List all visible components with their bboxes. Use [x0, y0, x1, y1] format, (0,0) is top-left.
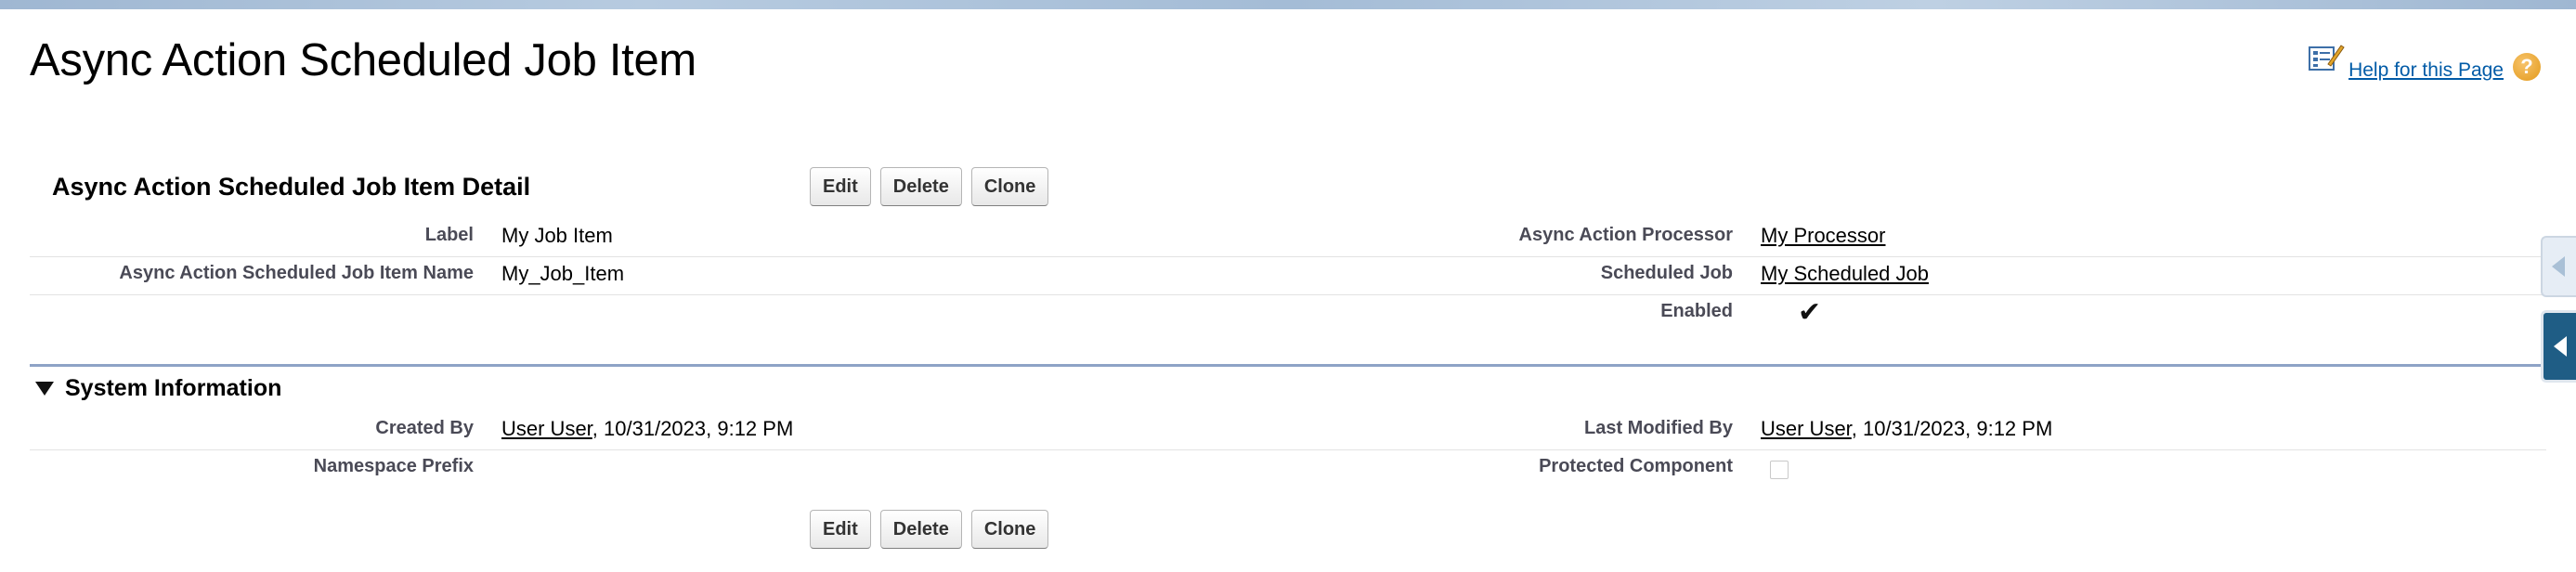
scheduled-job-link[interactable]: My Scheduled Job [1761, 262, 1929, 286]
chevron-left-icon [2552, 256, 2565, 277]
last-modified-user-link[interactable]: User User [1761, 417, 1852, 440]
section-divider [30, 364, 2552, 367]
protected-component-label: Protected Component [1539, 456, 1733, 476]
enabled-field-label: Enabled [1660, 301, 1733, 321]
collapse-triangle-icon [35, 382, 54, 396]
detail-section-title: Async Action Scheduled Job Item Detail [52, 173, 531, 201]
system-information-toggle[interactable]: System Information [35, 375, 281, 402]
protected-component-checkbox [1770, 461, 1789, 479]
name-field-value: My_Job_Item [501, 262, 625, 285]
clone-button-bottom[interactable]: Clone [970, 510, 1049, 549]
scheduled-job-field-label: Scheduled Job [1600, 263, 1733, 283]
last-modified-by-value: User User, 10/31/2023, 9:12 PM [1761, 417, 2052, 441]
system-row-2: Namespace Prefix Protected Component [30, 450, 2546, 488]
namespace-prefix-label: Namespace Prefix [313, 456, 474, 476]
enabled-checkmark-icon: ✔ [1798, 297, 1822, 328]
detail-row-3: Enabled ✔ [30, 295, 2546, 332]
sidebar-collapse-tab[interactable] [2541, 310, 2576, 383]
detail-top-button-row: Edit Delete Clone [810, 167, 1049, 206]
created-by-date: , 10/31/2023, 9:12 PM [592, 417, 794, 440]
edit-button-bottom[interactable]: Edit [810, 510, 871, 549]
clone-button[interactable]: Clone [970, 167, 1049, 206]
chevron-left-icon [2553, 336, 2567, 357]
processor-field-label: Async Action Processor [1518, 225, 1733, 245]
label-field-value: My Job Item [501, 224, 613, 247]
window-top-strip [0, 0, 2576, 9]
last-modified-date: , 10/31/2023, 9:12 PM [1851, 417, 2053, 440]
label-field-label: Label [424, 225, 474, 245]
delete-button-bottom[interactable]: Delete [879, 510, 962, 549]
detail-bottom-button-row: Edit Delete Clone [810, 510, 1049, 549]
sidebar-collapse-tab-inactive[interactable] [2541, 236, 2576, 297]
question-icon[interactable]: ? [2513, 53, 2541, 81]
edit-button[interactable]: Edit [810, 167, 871, 206]
help-for-this-page-link[interactable]: Help for this Page [2348, 59, 2504, 82]
created-by-user-link[interactable]: User User [501, 417, 592, 440]
processor-link[interactable]: My Processor [1761, 224, 1885, 248]
created-by-label: Created By [375, 418, 474, 438]
detail-row-1: Label My Job Item Async Action Processor… [30, 219, 2546, 257]
help-book-icon [2308, 42, 2345, 73]
created-by-value: User User, 10/31/2023, 9:12 PM [501, 417, 793, 441]
delete-button[interactable]: Delete [879, 167, 962, 206]
page-title: Async Action Scheduled Job Item [30, 35, 696, 85]
help-area: Help for this Page ? [2308, 45, 2541, 82]
detail-row-2: Async Action Scheduled Job Item Name My_… [30, 257, 2546, 295]
name-field-label: Async Action Scheduled Job Item Name [119, 263, 474, 283]
system-row-1: Created By User User, 10/31/2023, 9:12 P… [30, 412, 2546, 450]
system-information-title: System Information [65, 375, 282, 401]
last-modified-by-label: Last Modified By [1583, 418, 1733, 438]
